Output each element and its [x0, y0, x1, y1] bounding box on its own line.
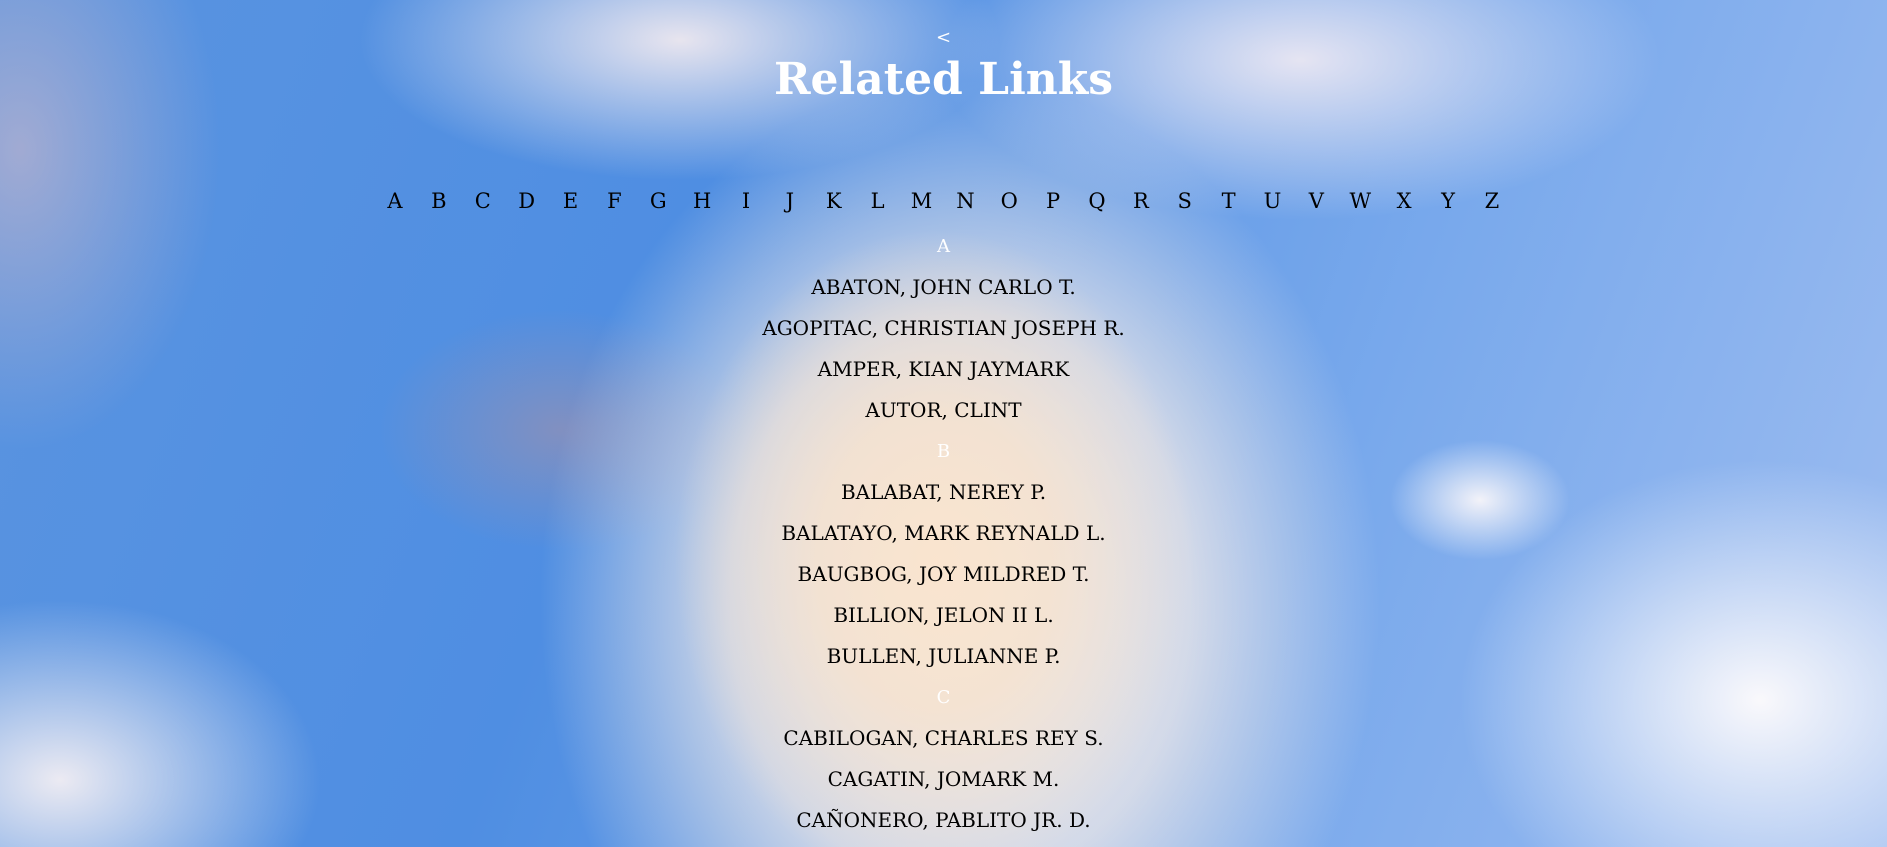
alphabet-link-n[interactable]: N	[950, 186, 980, 216]
person-link[interactable]: CAGATIN, JOMARK M.	[828, 759, 1060, 800]
alphabet-link-m[interactable]: M	[907, 186, 937, 216]
section-heading-c: C	[936, 687, 951, 708]
related-links-page: < Related Links ABCDEFGHIJKLMNOPQRSTUVWX…	[0, 0, 1887, 847]
alphabet-link-s[interactable]: S	[1170, 186, 1200, 216]
alphabet-link-b[interactable]: B	[424, 186, 454, 216]
person-link[interactable]: BALABAT, NEREY P.	[841, 472, 1046, 513]
alphabet-link-o[interactable]: O	[994, 186, 1024, 216]
alphabet-link-i[interactable]: I	[731, 186, 761, 216]
alphabet-link-f[interactable]: F	[599, 186, 629, 216]
alphabet-link-z[interactable]: Z	[1477, 186, 1507, 216]
alphabet-link-h[interactable]: H	[687, 186, 717, 216]
alphabet-index-nav: ABCDEFGHIJKLMNOPQRSTUVWXYZ	[380, 186, 1507, 216]
alphabet-link-u[interactable]: U	[1258, 186, 1288, 216]
page-title: Related Links	[773, 54, 1114, 105]
alphabet-link-k[interactable]: K	[819, 186, 849, 216]
alphabet-link-l[interactable]: L	[863, 186, 893, 216]
person-link[interactable]: BAUGBOG, JOY MILDRED T.	[798, 554, 1090, 595]
person-link[interactable]: BALATAYO, MARK REYNALD L.	[781, 513, 1105, 554]
person-link[interactable]: AGOPITAC, CHRISTIAN JOSEPH R.	[762, 308, 1125, 349]
alphabet-link-y[interactable]: Y	[1433, 186, 1463, 216]
person-link[interactable]: CAÑONERO, PABLITO JR. D.	[796, 800, 1090, 841]
alphabet-link-x[interactable]: X	[1389, 186, 1419, 216]
alphabet-link-e[interactable]: E	[556, 186, 586, 216]
alphabet-link-g[interactable]: G	[643, 186, 673, 216]
alphabet-link-a[interactable]: A	[380, 186, 410, 216]
person-link[interactable]: AMPER, KIAN JAYMARK	[818, 349, 1070, 390]
back-link[interactable]: <	[0, 27, 1887, 49]
alphabet-link-c[interactable]: C	[468, 186, 498, 216]
section-heading-a: A	[937, 236, 950, 257]
person-link[interactable]: BULLEN, JULIANNE P.	[827, 636, 1061, 677]
alphabet-link-q[interactable]: Q	[1082, 186, 1112, 216]
alphabet-link-r[interactable]: R	[1126, 186, 1156, 216]
alphabet-link-v[interactable]: V	[1301, 186, 1331, 216]
person-link[interactable]: AUTOR, CLINT	[865, 390, 1021, 431]
alphabet-link-w[interactable]: W	[1345, 186, 1375, 216]
person-link[interactable]: ABATON, JOHN CARLO T.	[811, 267, 1075, 308]
alphabet-link-p[interactable]: P	[1038, 186, 1068, 216]
person-link[interactable]: CABILOGAN, CHARLES REY S.	[783, 718, 1103, 759]
alphabet-link-d[interactable]: D	[512, 186, 542, 216]
related-links-list: A ABATON, JOHN CARLO T. AGOPITAC, CHRISTIA…	[0, 226, 1887, 841]
person-link[interactable]: BILLION, JELON II L.	[833, 595, 1053, 636]
alphabet-link-j[interactable]: J	[775, 186, 805, 216]
alphabet-link-t[interactable]: T	[1214, 186, 1244, 216]
section-heading-b: B	[936, 441, 951, 462]
